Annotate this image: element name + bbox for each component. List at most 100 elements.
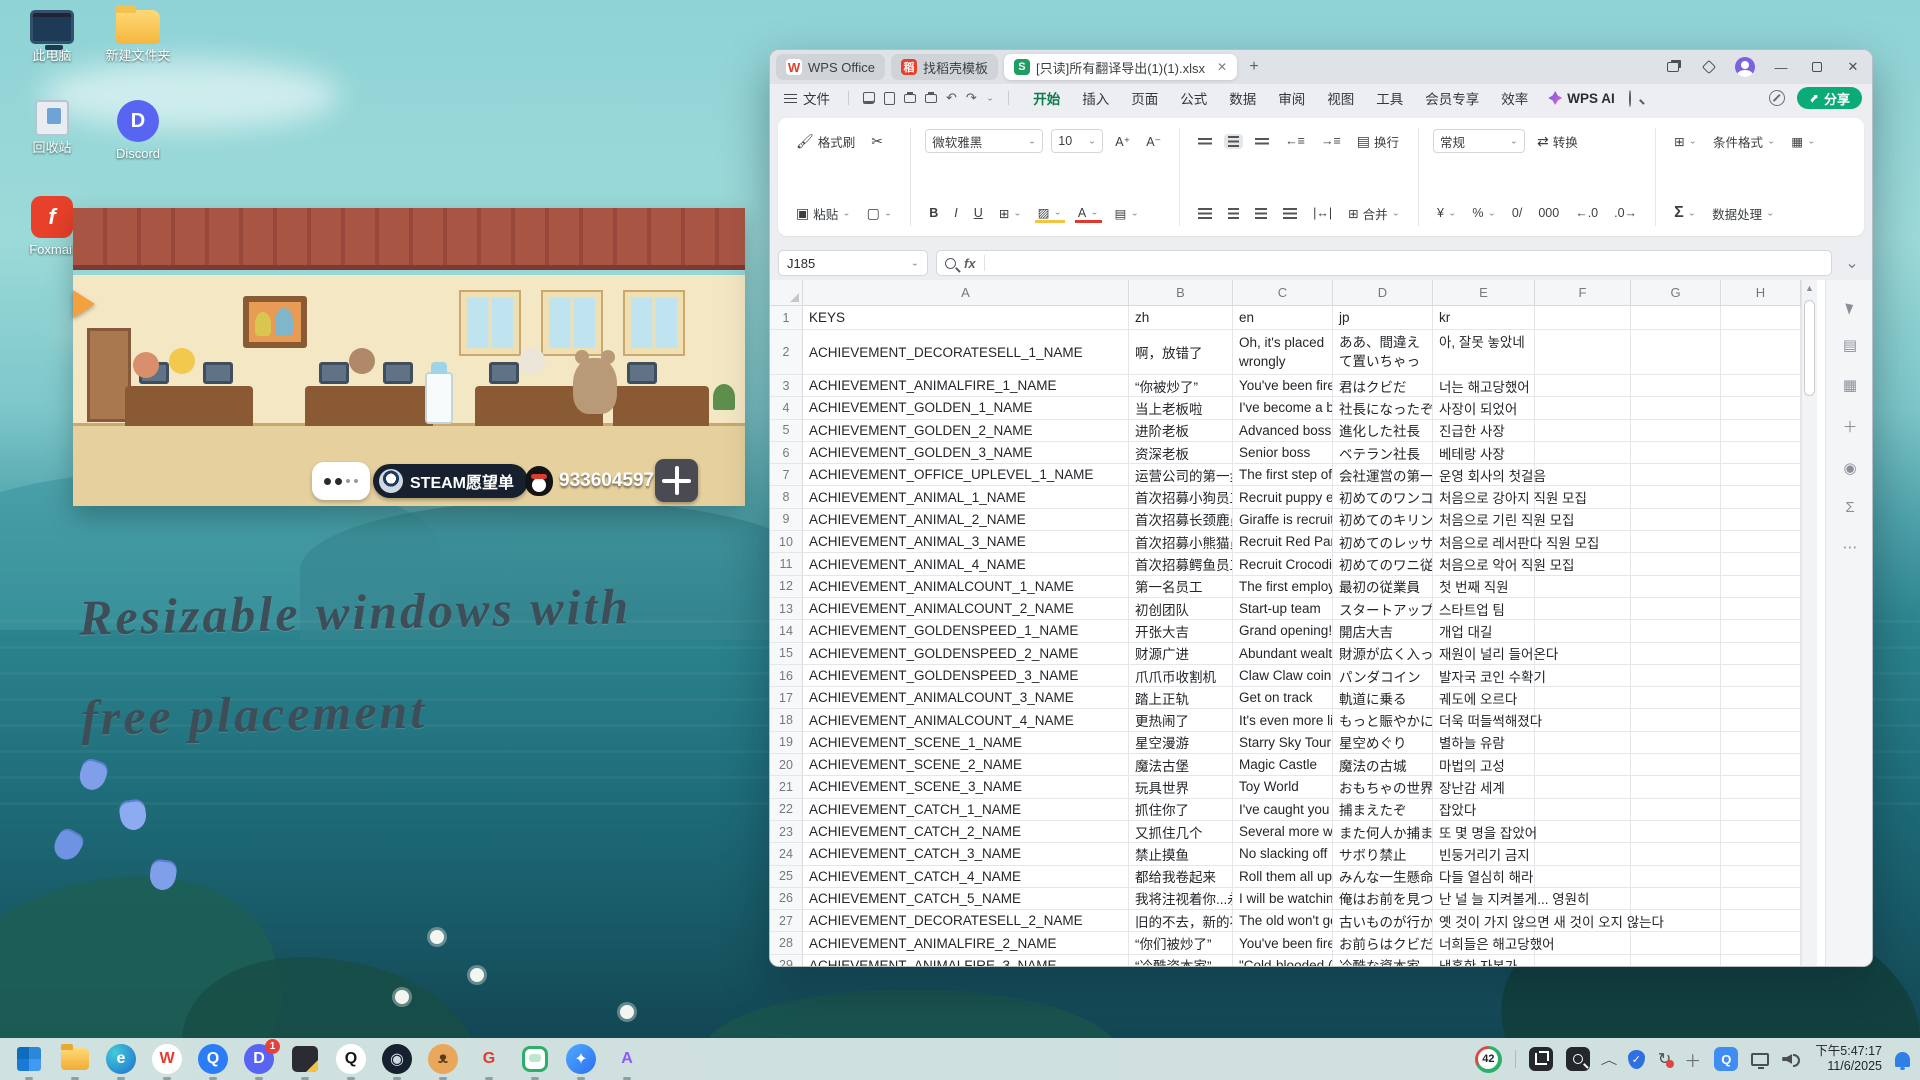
cell-G11[interactable] xyxy=(1631,553,1721,575)
cell-A22[interactable]: ACHIEVEMENT_CATCH_1_NAME xyxy=(803,799,1129,821)
cell-D26[interactable]: 俺はお前を見つめ xyxy=(1333,888,1433,910)
italic-button[interactable]: I xyxy=(950,204,961,222)
cell-E16[interactable]: 발자국 코인 수확기 xyxy=(1433,665,1535,687)
cell-B16[interactable]: 爪爪币收割机 xyxy=(1129,665,1233,687)
cell-G22[interactable] xyxy=(1631,799,1721,821)
cell-E11[interactable]: 처음으로 악어 직원 모집 xyxy=(1433,553,1535,575)
cell-E13[interactable]: 스타트업 팀 xyxy=(1433,598,1535,620)
column-header-G[interactable]: G xyxy=(1631,280,1721,305)
cell-G20[interactable] xyxy=(1631,754,1721,776)
sidebar-format-icon[interactable]: ▤ xyxy=(1843,336,1857,354)
convert-button[interactable]: ⇄转换 xyxy=(1533,130,1582,153)
row-header-21[interactable]: 21 xyxy=(770,776,803,798)
q-app-icon[interactable]: Q xyxy=(1714,1047,1738,1071)
cell-B3[interactable]: “你被炒了” xyxy=(1129,375,1233,397)
decrease-decimal-button[interactable]: ←.0 xyxy=(1571,204,1602,222)
font-name-select[interactable]: 微软雅黑⌄ xyxy=(925,129,1043,153)
cell-F13[interactable] xyxy=(1535,598,1631,620)
cell-G5[interactable] xyxy=(1631,420,1721,442)
percent-format-button[interactable]: %⌄ xyxy=(1468,204,1500,222)
everything-search-icon[interactable] xyxy=(1566,1047,1590,1071)
conditional-format-button[interactable]: 条件格式⌄ xyxy=(1709,130,1779,153)
cell-D10[interactable]: 初めてのレッサー xyxy=(1333,531,1433,553)
cell-B13[interactable]: 初创团队 xyxy=(1129,598,1233,620)
cell-B26[interactable]: 我将注视着你...永远 xyxy=(1129,888,1233,910)
cell-C23[interactable]: Several more we xyxy=(1233,821,1333,843)
sheet-tab-animalTranslation[interactable]: animalTranslation xyxy=(939,967,1074,968)
cell-E4[interactable]: 사장이 되었어 xyxy=(1433,397,1535,419)
align-top-button[interactable] xyxy=(1194,136,1216,147)
maximize-button[interactable] xyxy=(1804,55,1830,79)
game-window[interactable]: STEAM愿望单 933604597 xyxy=(73,208,745,506)
screenshot-tool-icon[interactable] xyxy=(518,1042,552,1076)
cell-A19[interactable]: ACHIEVEMENT_SCENE_1_NAME xyxy=(803,732,1129,754)
cell-E6[interactable]: 베테랑 사장 xyxy=(1433,442,1535,464)
highlight-button[interactable]: ▤⌄ xyxy=(1111,204,1143,223)
cell-G24[interactable] xyxy=(1631,843,1721,865)
cell-C14[interactable]: Grand opening! xyxy=(1233,620,1333,642)
tab-close-icon[interactable]: ✕ xyxy=(1217,60,1227,74)
sum-button[interactable]: Σ⌄ xyxy=(1670,202,1700,224)
cell-G17[interactable] xyxy=(1631,687,1721,709)
cell-D3[interactable]: 君はクビだ xyxy=(1333,375,1433,397)
g-assistant-icon[interactable]: G xyxy=(472,1042,506,1076)
cell-F29[interactable] xyxy=(1535,955,1631,966)
cell-C27[interactable]: The old won't go xyxy=(1233,910,1333,932)
cell-A27[interactable]: ACHIEVEMENT_DECORATESELL_2_NAME xyxy=(803,910,1129,932)
cell-A9[interactable]: ACHIEVEMENT_ANIMAL_2_NAME xyxy=(803,509,1129,531)
game-speech-bubble[interactable] xyxy=(312,462,370,500)
cell-D13[interactable]: スタートアップチ xyxy=(1333,598,1433,620)
cell-A1[interactable]: KEYS xyxy=(803,306,1129,330)
zoom-formula-icon[interactable] xyxy=(945,258,956,269)
sidebar-insert-icon[interactable]: ＋ xyxy=(1842,416,1857,437)
cell-E27[interactable]: 옛 것이 가지 않으면 새 것이 오지 않는다 xyxy=(1433,910,1535,932)
cell-F6[interactable] xyxy=(1535,442,1631,464)
cell-A10[interactable]: ACHIEVEMENT_ANIMAL_3_NAME xyxy=(803,531,1129,553)
sidebar-table-icon[interactable]: ▦ xyxy=(1843,376,1857,394)
cell-G23[interactable] xyxy=(1631,821,1721,843)
row-header-14[interactable]: 14 xyxy=(770,620,803,642)
cell-B21[interactable]: 玩具世界 xyxy=(1129,776,1233,798)
cell-H6[interactable] xyxy=(1721,442,1801,464)
cell-A6[interactable]: ACHIEVEMENT_GOLDEN_3_NAME xyxy=(803,442,1129,464)
cell-H26[interactable] xyxy=(1721,888,1801,910)
cell-D7[interactable]: 会社運営の第一歩 xyxy=(1333,464,1433,486)
cell-E20[interactable]: 마법의 고성 xyxy=(1433,754,1535,776)
sidebar-more-icon[interactable]: ⋯ xyxy=(1843,538,1858,556)
number-format-select[interactable]: 常规⌄ xyxy=(1433,129,1525,153)
menu-item-8[interactable]: 工具 xyxy=(1366,84,1413,112)
cell-G3[interactable] xyxy=(1631,375,1721,397)
row-header-4[interactable]: 4 xyxy=(770,397,803,419)
cell-B4[interactable]: 当上老板啦 xyxy=(1129,397,1233,419)
account-avatar[interactable] xyxy=(1732,55,1758,79)
cell-A20[interactable]: ACHIEVEMENT_SCENE_2_NAME xyxy=(803,754,1129,776)
cell-F21[interactable] xyxy=(1535,776,1631,798)
cell-H7[interactable] xyxy=(1721,464,1801,486)
row-header-10[interactable]: 10 xyxy=(770,531,803,553)
cell-F17[interactable] xyxy=(1535,687,1631,709)
cell-D4[interactable]: 社長になったぞ xyxy=(1333,397,1433,419)
cell-C17[interactable]: Get on track xyxy=(1233,687,1333,709)
cell-F1[interactable] xyxy=(1535,306,1631,330)
sheet-tab-foodTranslati[interactable]: foodTranslati xyxy=(1221,967,1329,968)
row-header-20[interactable]: 20 xyxy=(770,754,803,776)
eye-protect-icon[interactable] xyxy=(1769,90,1785,106)
cell-D20[interactable]: 魔法の古城 xyxy=(1333,754,1433,776)
game-move-button[interactable] xyxy=(655,459,698,502)
cell-E17[interactable]: 궤도에 오르다 xyxy=(1433,687,1535,709)
cell-D29[interactable]: 冷酷な資本家 xyxy=(1333,955,1433,966)
cell-G16[interactable] xyxy=(1631,665,1721,687)
tab-docer-templates[interactable]: 稻 找稻壳模板 xyxy=(891,54,998,80)
cell-H23[interactable] xyxy=(1721,821,1801,843)
print-preview-icon[interactable] xyxy=(925,94,937,103)
column-header-E[interactable]: E xyxy=(1433,280,1535,305)
print-icon[interactable] xyxy=(904,94,916,103)
cell-F22[interactable] xyxy=(1535,799,1631,821)
cell-D28[interactable]: お前らはクビだ xyxy=(1333,932,1433,954)
cell-A2[interactable]: ACHIEVEMENT_DECORATESELL_1_NAME xyxy=(803,330,1129,375)
sidebar-pointer-icon[interactable] xyxy=(1845,301,1855,315)
fx-icon[interactable]: fx xyxy=(964,256,976,271)
justify-button[interactable] xyxy=(1279,206,1301,221)
cell-A5[interactable]: ACHIEVEMENT_GOLDEN_2_NAME xyxy=(803,420,1129,442)
row-header-3[interactable]: 3 xyxy=(770,375,803,397)
